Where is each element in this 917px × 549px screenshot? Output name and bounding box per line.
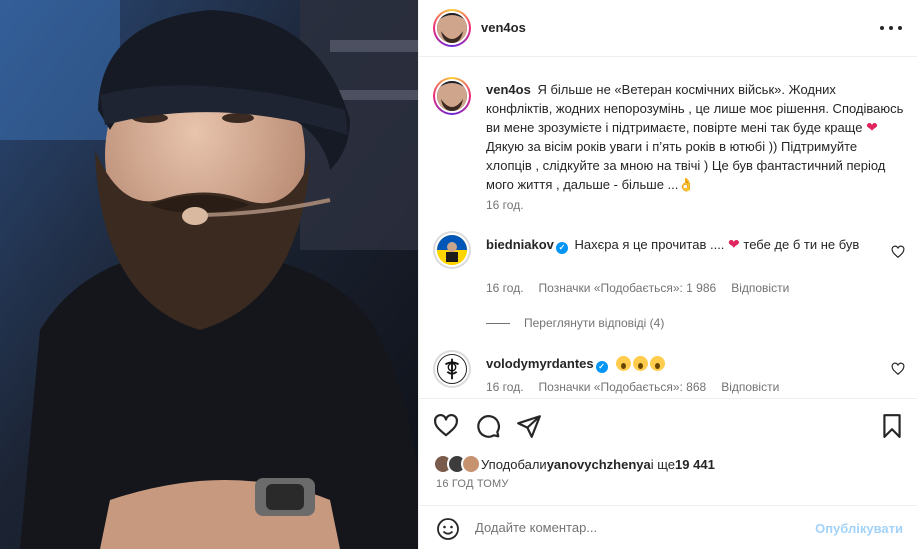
comment-meta: 16 год. Позначки «Подобається»: 868 Відп… [486,380,779,394]
comment-input[interactable] [475,520,805,535]
caption-author-avatar[interactable] [433,77,471,115]
liker-username[interactable]: yanovychzhenya [547,457,651,472]
reply-button[interactable]: Відповісти [721,380,779,394]
liker-avatars [433,454,481,474]
author-avatar[interactable] [433,9,471,47]
more-options-icon[interactable] [880,18,902,38]
comment-text: volodymyrdantes ✓ [486,354,866,373]
post-details-panel: ven4os ven4os Я більше не «Ветеран космі… [418,0,917,549]
comment-meta: 16 год. Позначки «Подобається»: 1 986 Ві… [486,281,789,295]
astonished-face-emoji [616,356,632,371]
commenter-avatar[interactable] [433,350,471,388]
post-actions-bar [419,398,917,458]
caption-text: ven4os Я більше не «Ветеран космічних ві… [486,80,904,194]
commenter-username[interactable]: biedniakov [486,237,554,252]
ok-hand-emoji: 👌 [678,177,695,192]
likes-count[interactable]: 19 441 [675,457,715,472]
emoji-picker-icon[interactable] [436,517,460,541]
view-replies-button[interactable]: Переглянути відповіді (4) [486,316,664,330]
caption-time[interactable]: 16 год. [486,198,524,212]
likes-prefix: Уподобали [481,456,547,472]
comment-like-icon[interactable] [891,245,905,259]
comment-likes-count[interactable]: Позначки «Подобається»: 868 [539,380,707,394]
commenter-username[interactable]: volodymyrdantes [486,356,594,371]
heart-emoji: ❤ [866,119,878,135]
view-replies-label: Переглянути відповіді (4) [524,316,665,330]
photo-illustration [0,0,418,549]
commenter-avatar[interactable] [433,231,471,269]
comment-text: biedniakov ✓ Нахєра я це прочитав .... ❤ … [486,235,866,254]
likes-summary[interactable]: Уподобали yanovychzhenya і ще 19 441 [433,454,715,474]
comment-likes-count[interactable]: Позначки «Подобається»: 1 986 [539,281,717,295]
astonished-face-emoji [633,356,649,371]
comment-like-icon[interactable] [891,362,905,376]
author-username[interactable]: ven4os [481,20,526,35]
comment-time[interactable]: 16 год. [486,380,524,394]
add-comment-bar: Опублікувати [419,505,917,549]
instagram-post-view: ven4os ven4os Я більше не «Ветеран космі… [0,0,917,549]
caption-text-part1: Я більше не «Ветеран космічних військ». … [486,82,904,135]
caption-author-username[interactable]: ven4os [486,82,531,97]
share-icon[interactable] [516,413,542,439]
post-photo[interactable] [0,0,418,549]
comment-time[interactable]: 16 год. [486,281,524,295]
save-bookmark-icon[interactable] [879,413,905,439]
verified-badge-icon: ✓ [595,361,608,373]
reply-button[interactable]: Відповісти [731,281,789,295]
publish-button[interactable]: Опублікувати [815,521,903,536]
comment-text-part1: Нахєра я це прочитав .... [574,237,725,252]
post-header: ven4os [419,0,917,57]
post-timestamp[interactable]: 16 ГОД ТОМУ [436,478,509,490]
likes-suffix: і ще [650,456,676,472]
astonished-face-emoji [650,356,666,371]
comment-text-part2: тебе де б ти не був [739,237,860,252]
comment-icon[interactable] [475,413,501,439]
heart-emoji: ❤ [728,236,740,252]
like-icon[interactable] [433,413,459,439]
verified-badge-icon: ✓ [555,242,568,254]
